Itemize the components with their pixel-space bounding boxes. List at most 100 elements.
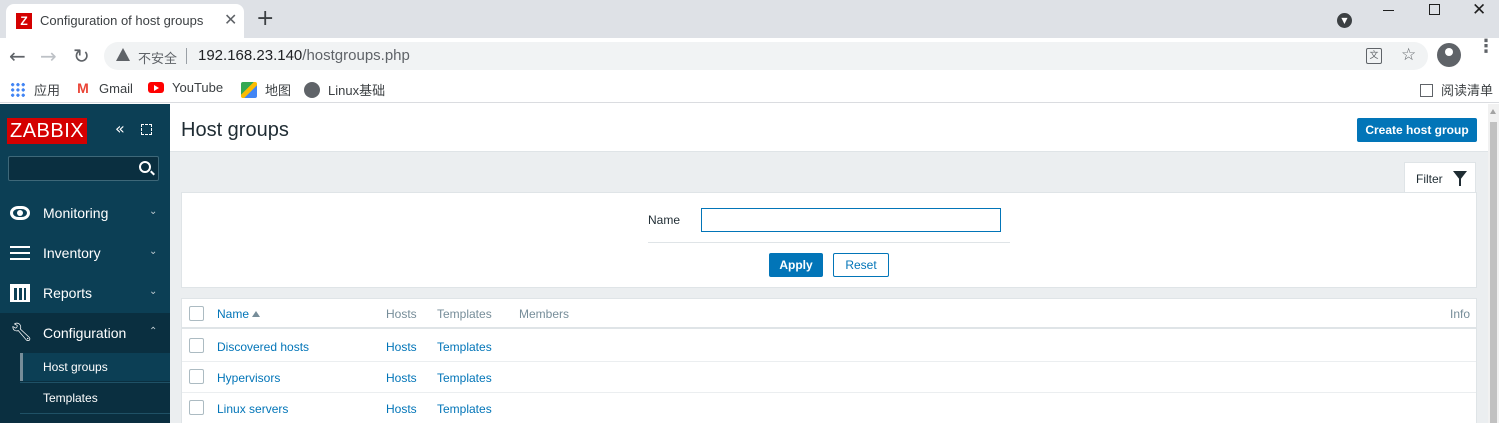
create-host-group-button[interactable]: Create host group [1357, 118, 1477, 142]
bookmark-gmail[interactable]: M Gmail [75, 80, 133, 96]
bookmark-label: YouTube [172, 80, 224, 95]
back-arrow-icon[interactable]: ← [9, 44, 26, 68]
url-host: 192.168.23.140 [198, 47, 303, 64]
bookmark-youtube[interactable]: YouTube [148, 80, 223, 95]
window-minimize-icon[interactable] [1383, 10, 1394, 11]
profile-avatar-icon[interactable] [1437, 43, 1461, 67]
submenu-divider [20, 382, 170, 383]
row-checkbox[interactable] [189, 338, 204, 353]
hosts-link[interactable]: Hosts [386, 402, 417, 416]
templates-link[interactable]: Templates [437, 371, 492, 385]
sidebar-item-label: Reports [43, 285, 93, 301]
select-all-checkbox[interactable] [189, 306, 204, 321]
eye-icon [10, 206, 30, 220]
warning-triangle-icon[interactable] [116, 48, 130, 61]
bookmark-label: 地图 [265, 83, 292, 98]
filter-divider [648, 242, 1010, 243]
gmail-icon: M [77, 80, 89, 96]
group-name-link[interactable]: Linux servers [217, 402, 288, 416]
bookmark-label: Gmail [99, 80, 133, 96]
filter-name-label: Name [648, 213, 681, 227]
tab-close-icon[interactable]: ✕ [224, 12, 237, 28]
address-bar[interactable]: 不安全 192.168.23.140/hostgroups.php 文 ☆ [104, 42, 1428, 70]
reset-button[interactable]: Reset [833, 253, 889, 277]
translate-icon[interactable]: 文 [1366, 48, 1382, 64]
column-header-templates: Templates [437, 307, 492, 321]
table-row: Linux servers Hosts Templates [182, 393, 1476, 423]
page-title: Host groups [181, 119, 289, 141]
sidebar: ZABBIX « Monitoring ⌄ Inventory ⌄ Report… [0, 104, 170, 423]
sidebar-item-label: Monitoring [43, 205, 109, 221]
templates-link[interactable]: Templates [437, 402, 492, 416]
submenu-item-label: Templates [43, 391, 98, 405]
reading-list-label: 阅读清单 [1441, 84, 1494, 99]
templates-link[interactable]: Templates [437, 340, 492, 354]
bookmark-linux[interactable]: Linux基础 [304, 80, 385, 99]
sidebar-item-reports[interactable]: Reports ⌄ [0, 273, 170, 313]
collapse-sidebar-icon[interactable]: « [115, 121, 125, 137]
group-name-link[interactable]: Hypervisors [217, 371, 280, 385]
kiosk-mode-icon[interactable] [141, 124, 152, 135]
url-text[interactable]: 192.168.23.140/hostgroups.php [198, 47, 410, 64]
sidebar-item-inventory[interactable]: Inventory ⌄ [0, 233, 170, 273]
sidebar-item-configuration[interactable]: 🔧︎ Configuration ⌃ [0, 313, 170, 353]
hosts-link[interactable]: Hosts [386, 340, 417, 354]
submenu-item-host-groups[interactable]: Host groups [20, 353, 170, 381]
column-header-hosts: Hosts [386, 307, 417, 321]
submenu-item-label: Host groups [43, 360, 108, 374]
zabbix-logo[interactable]: ZABBIX [7, 118, 88, 144]
search-icon[interactable] [139, 161, 151, 173]
submenu-item-templates[interactable]: Templates [20, 384, 170, 412]
scrollbar-thumb[interactable] [1490, 122, 1497, 423]
chevron-up-icon: ⌃ [149, 326, 158, 337]
scroll-up-arrow-icon[interactable] [1490, 109, 1496, 114]
youtube-icon [148, 82, 164, 93]
filter-tab[interactable]: Filter [1404, 162, 1476, 193]
browser-tabstrip: Z Configuration of host groups ✕ + ▼ ✕ [0, 0, 1499, 38]
globe-icon [304, 81, 320, 98]
reload-icon[interactable]: ↻ [73, 44, 90, 68]
table-header: Name Hosts Templates Members Info [182, 299, 1476, 329]
list-icon [10, 246, 30, 260]
forward-arrow-icon[interactable]: → [40, 44, 57, 68]
column-header-members: Members [519, 307, 570, 321]
bar-chart-icon [10, 284, 30, 302]
page-scrollbar[interactable] [1488, 104, 1499, 423]
bookmark-label: Linux基础 [328, 83, 386, 98]
main-content: Host groups Create host group Filter Nam… [170, 104, 1488, 423]
chevron-down-icon: ⌄ [149, 246, 158, 257]
address-divider [186, 48, 187, 64]
browser-menu-icon[interactable]: ⋮ [1477, 38, 1495, 56]
maps-icon [241, 81, 257, 98]
apply-button[interactable]: Apply [769, 253, 823, 277]
zabbix-favicon-icon: Z [16, 13, 32, 29]
bookmark-apps[interactable]: 应用 [10, 80, 60, 99]
submenu-divider [20, 413, 170, 414]
filter-name-input[interactable] [701, 208, 1001, 232]
sidebar-item-label: Inventory [43, 245, 101, 261]
hosts-link[interactable]: Hosts [386, 371, 417, 385]
column-header-label: Name [217, 307, 250, 321]
sidebar-item-monitoring[interactable]: Monitoring ⌄ [0, 193, 170, 233]
group-name-link[interactable]: Discovered hosts [217, 340, 309, 354]
apps-grid-icon [10, 81, 26, 98]
host-groups-table: Name Hosts Templates Members Info Discov… [181, 298, 1477, 423]
bookmarks-bar: 应用 M Gmail YouTube 地图 Linux基础 阅读清单 [0, 74, 1499, 103]
sidebar-search-input[interactable] [8, 156, 159, 181]
window-maximize-icon[interactable] [1429, 4, 1440, 15]
bookmark-star-icon[interactable]: ☆ [1401, 45, 1416, 65]
sidebar-item-label: Configuration [43, 325, 127, 341]
filter-tab-label: Filter [1416, 172, 1443, 186]
reading-list[interactable]: 阅读清单 [1420, 80, 1493, 99]
tab-search-icon[interactable]: ▼ [1337, 13, 1352, 28]
column-header-name[interactable]: Name [217, 307, 261, 321]
window-close-icon[interactable]: ✕ [1472, 0, 1486, 20]
browser-tab[interactable]: Z Configuration of host groups ✕ [6, 4, 244, 38]
browser-toolbar: ← → ↻ 不安全 192.168.23.140/hostgroups.php … [0, 38, 1499, 74]
security-label[interactable]: 不安全 [138, 48, 177, 67]
new-tab-icon[interactable]: + [256, 8, 274, 30]
filter-funnel-icon [1453, 171, 1467, 186]
row-checkbox[interactable] [189, 369, 204, 384]
bookmark-maps[interactable]: 地图 [241, 80, 291, 99]
row-checkbox[interactable] [189, 400, 204, 415]
